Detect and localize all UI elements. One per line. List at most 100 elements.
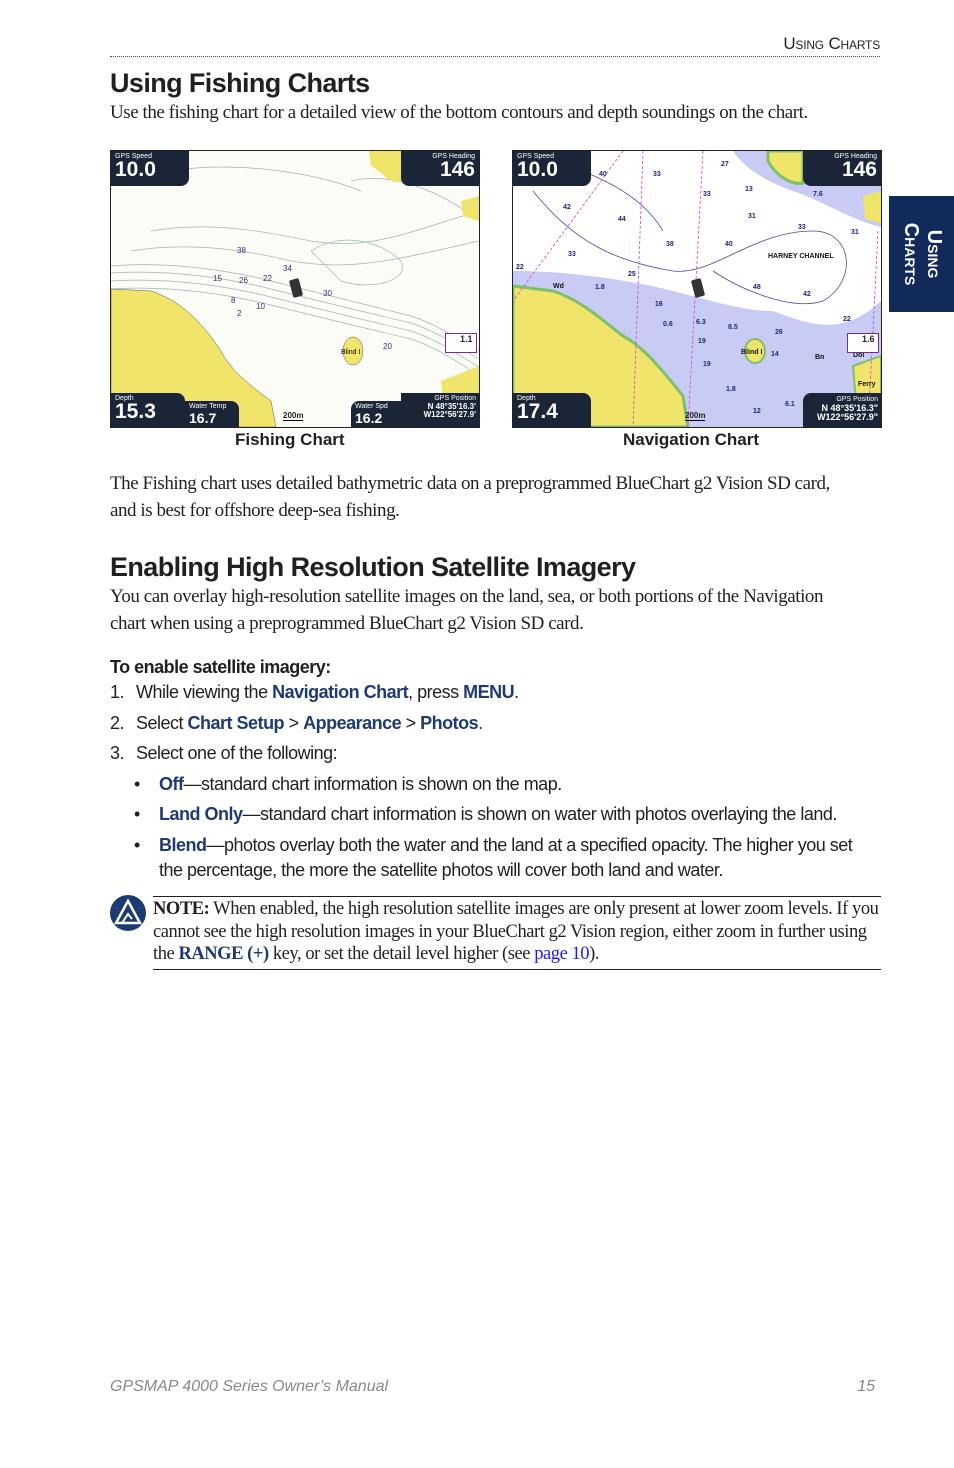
svg-text:2: 2 (237, 309, 242, 318)
fishing-chart-image: 38 34 15 26 22 30 8 10 2 20 Blind I GPS Speed 10.0… (110, 150, 480, 428)
svg-text:33: 33 (703, 191, 711, 198)
svg-text:33: 33 (653, 171, 661, 178)
svg-text:16: 16 (655, 301, 663, 308)
bullet-off: • (134, 774, 140, 794)
bullet-blend-text-cont: the percentage, the more the satellite p… (159, 860, 723, 880)
svg-text:0.6: 0.6 (663, 321, 673, 328)
tide-indicator[interactable]: 1.1 (445, 333, 477, 353)
svg-text:7.6: 7.6 (813, 191, 823, 198)
svg-text:30: 30 (323, 289, 332, 298)
svg-text:22: 22 (263, 274, 272, 283)
svg-text:19: 19 (703, 361, 711, 368)
manual-page: Using Charts Using Charts Using Fishing … (0, 0, 954, 1468)
page-number: 15 (857, 1378, 875, 1395)
svg-text:Ferry: Ferry (858, 381, 876, 388)
figure-caption: Navigation Chart (623, 430, 760, 449)
navigation-chart-image: 40 33 27 13 7.6 42 44 33 31 33 31 38 40 33 22 25 HARN… (512, 150, 882, 428)
note-rule-top (153, 896, 881, 897)
body-text: The Fishing chart uses detailed bathymet… (110, 473, 830, 494)
svg-text:Bn: Bn (815, 354, 824, 361)
svg-text:42: 42 (803, 291, 811, 298)
svg-text:27: 27 (721, 161, 729, 168)
svg-text:33: 33 (798, 224, 806, 231)
bullet-blend: • (134, 835, 140, 855)
intro-text: Use the fishing chart for a detailed vie… (110, 102, 808, 123)
svg-text:HARNEY CHANNEL: HARNEY CHANNEL (768, 253, 834, 260)
svg-text:8: 8 (231, 296, 236, 305)
section-tab[interactable]: Using Charts (889, 196, 954, 312)
gps-speed-field[interactable]: GPS Speed 10.0 (111, 151, 189, 186)
svg-text:10: 10 (256, 302, 265, 311)
bullet-blend-text: Blend—photos overlay both the water and … (159, 835, 853, 855)
gps-position-field[interactable]: GPS Position N 48°35'16.3' W122°56'27.9' (401, 393, 479, 427)
body-text: and is best for offshore deep-sea fishin… (110, 500, 400, 521)
svg-text:26: 26 (775, 329, 783, 336)
bullet-off-text: Off—standard chart information is shown … (159, 774, 562, 794)
svg-text:6.1: 6.1 (785, 401, 795, 408)
tide-indicator[interactable]: 1.6 (847, 333, 879, 353)
svg-text:Blind I: Blind I (741, 349, 762, 356)
svg-text:Blind I: Blind I (341, 349, 361, 356)
header-rule (110, 56, 880, 57)
svg-text:20: 20 (383, 342, 392, 351)
section-title: Using Fishing Charts (110, 68, 370, 98)
gps-heading-field[interactable]: GPS Heading 146 (803, 151, 881, 186)
gps-position-field[interactable]: GPS Position N 48°35'16.3" W122°56'27.9" (803, 393, 881, 427)
svg-text:33: 33 (568, 251, 576, 258)
step-2: 2. Select Chart Setup > Appearance > Phot… (110, 713, 483, 733)
water-temp-field[interactable]: Water Temp 16.7 (185, 401, 239, 427)
svg-text:31: 31 (851, 229, 859, 236)
svg-text:22: 22 (516, 264, 524, 271)
section-tab-label: Using Charts (900, 222, 945, 286)
depth-field[interactable]: Depth 15.3 (111, 393, 185, 427)
svg-text:1.8: 1.8 (595, 284, 605, 291)
page-link[interactable]: page 10 (534, 944, 589, 964)
bullet-land-only-text: Land Only—standard chart information is … (159, 804, 837, 824)
svg-text:34: 34 (283, 264, 292, 273)
water-speed-field[interactable]: Water Spd 16.2 (351, 401, 401, 427)
svg-text:22: 22 (843, 316, 851, 323)
svg-text:Wd: Wd (553, 283, 564, 290)
step-3: 3. Select one of the following: (110, 743, 338, 763)
note-line-2: cannot see the high resolution images in… (153, 922, 867, 942)
bullet-land-only: • (134, 804, 140, 824)
svg-text:6.3: 6.3 (696, 319, 706, 326)
svg-text:19: 19 (698, 338, 706, 345)
figure-caption: Fishing Chart (235, 430, 345, 449)
svg-text:15: 15 (213, 274, 222, 283)
note-icon (110, 895, 146, 931)
scale-bar: 200m (283, 411, 304, 421)
svg-text:8.5: 8.5 (728, 324, 738, 331)
svg-text:14: 14 (771, 351, 779, 358)
key-term: MENU (463, 682, 515, 702)
menu-term: Navigation Chart (272, 682, 409, 702)
scale-bar: 200m (685, 411, 706, 421)
step-1: 1. While viewing the Navigation Chart, pr… (110, 682, 519, 702)
range-key: RANGE (+) (178, 944, 269, 964)
svg-text:40: 40 (725, 241, 733, 248)
depth-field[interactable]: Depth 17.4 (513, 393, 591, 427)
section-title: Enabling High Resolution Satellite Image… (110, 552, 636, 582)
running-header: Using Charts (783, 34, 880, 53)
footer-manual-title: GPSMAP 4000 Series Owner’s Manual (110, 1378, 389, 1395)
svg-text:31: 31 (748, 213, 756, 220)
svg-text:38: 38 (237, 246, 246, 255)
note-line-1: NOTE: When enabled, the high resolution … (153, 899, 879, 919)
body-text: You can overlay high-resolution satellit… (110, 586, 823, 607)
gps-heading-field[interactable]: GPS Heading 146 (401, 151, 479, 186)
body-text: chart when using a preprogrammed BlueCha… (110, 613, 584, 634)
fishing-chart-map: 38 34 15 26 22 30 8 10 2 20 Blind I (111, 151, 479, 427)
svg-text:12: 12 (753, 408, 761, 415)
svg-text:13: 13 (745, 186, 753, 193)
gps-speed-field[interactable]: GPS Speed 10.0 (513, 151, 591, 186)
svg-text:44: 44 (618, 216, 626, 223)
svg-text:1.8: 1.8 (726, 386, 736, 393)
svg-text:25: 25 (628, 271, 636, 278)
svg-text:48: 48 (753, 284, 761, 291)
svg-text:38: 38 (666, 241, 674, 248)
note-rule-bottom (153, 969, 881, 970)
svg-text:Dol: Dol (853, 352, 864, 359)
svg-text:26: 26 (239, 276, 248, 285)
navigation-chart-map: 40 33 27 13 7.6 42 44 33 31 33 31 38 40 33 22 25 HARN… (513, 151, 881, 427)
note-line-3: the RANGE (+) key, or set the detail lev… (153, 944, 599, 964)
